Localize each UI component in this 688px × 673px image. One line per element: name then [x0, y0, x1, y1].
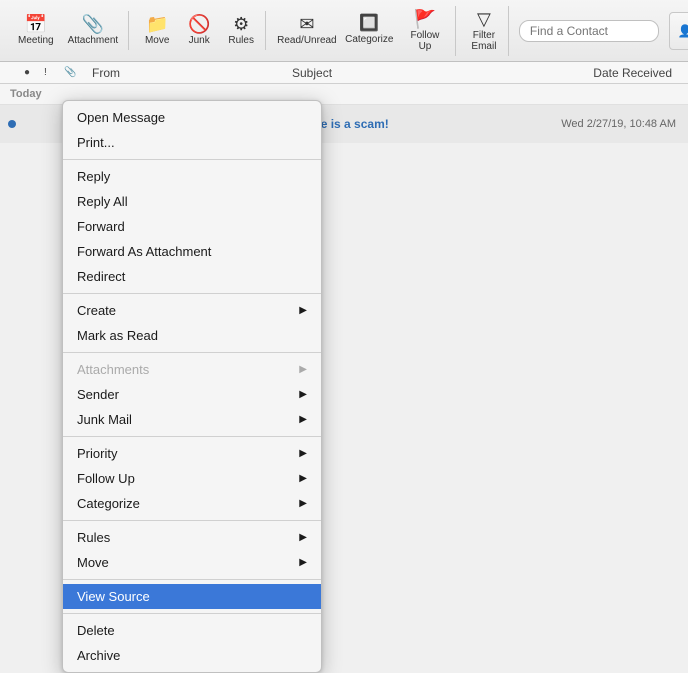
address-book-icon: 👤	[678, 24, 688, 38]
read-unread-button[interactable]: ✉ Read/Unread	[274, 11, 339, 50]
date-column-header[interactable]: Date Received	[524, 66, 684, 80]
move-arrow-icon: ▶	[299, 557, 307, 568]
forward-as-attachment-label: Forward As Attachment	[77, 244, 211, 259]
categorize-button[interactable]: 🔲 Categorize	[342, 12, 397, 49]
priority-label: Priority	[77, 446, 117, 461]
subject-column-header[interactable]: Subject	[284, 66, 524, 80]
move-button[interactable]: 📁 Move	[137, 11, 177, 50]
junk-mail-arrow-icon: ▶	[299, 414, 307, 425]
attachments-arrow-icon: ▶	[299, 364, 307, 375]
attachments-item: Attachments ▶	[63, 357, 321, 382]
redirect-label: Redirect	[77, 269, 125, 284]
filter-label: Filter Email	[470, 30, 498, 52]
attachment-label: Attachment	[68, 35, 119, 46]
follow-up-label: Follow Up	[405, 30, 445, 52]
reply-label: Reply	[77, 169, 110, 184]
reply-item[interactable]: Reply	[63, 164, 321, 189]
print-item[interactable]: Print...	[63, 130, 321, 155]
junk-icon: 🚫	[188, 15, 210, 33]
view-source-item[interactable]: View Source	[63, 584, 321, 609]
context-menu: Open Message Print... Reply Reply All Fo…	[62, 100, 322, 673]
rules-icon: ⚙	[233, 15, 249, 33]
delete-label: Delete	[77, 623, 115, 638]
meeting-button[interactable]: 📅 Meeting	[12, 11, 60, 50]
junk-button[interactable]: 🚫 Junk	[179, 11, 219, 50]
reply-all-label: Reply All	[77, 194, 128, 209]
junk-mail-item[interactable]: Junk Mail ▶	[63, 407, 321, 432]
new-item-group: 📅 Meeting 📎 Attachment	[8, 11, 129, 50]
archive-item[interactable]: Archive	[63, 643, 321, 668]
attachment-icon: 📎	[82, 15, 104, 33]
move-context-label: Move	[77, 555, 109, 570]
open-message-item[interactable]: Open Message	[63, 105, 321, 130]
categorize-context-item[interactable]: Categorize ▶	[63, 491, 321, 516]
meeting-label: Meeting	[18, 35, 54, 46]
separator-1	[63, 159, 321, 160]
redirect-item[interactable]: Redirect	[63, 264, 321, 289]
filter-icon: ▽	[477, 10, 491, 28]
filter-group: ▽ Filter Email	[460, 6, 509, 56]
column-header: ● ! 📎 From Subject Date Received	[0, 62, 688, 84]
categorize-context-label: Categorize	[77, 496, 140, 511]
rules-label: Rules	[228, 35, 254, 46]
sender-arrow-icon: ▶	[299, 389, 307, 400]
email-date: Wed 2/27/19, 10:48 AM	[520, 118, 680, 130]
filter-email-button[interactable]: ▽ Filter Email	[464, 6, 504, 56]
forward-as-attachment-item[interactable]: Forward As Attachment	[63, 239, 321, 264]
follow-up-icon: 🚩	[414, 10, 436, 28]
categorize-arrow-icon: ▶	[299, 498, 307, 509]
categorize-icon: 🔲	[359, 16, 379, 32]
read-unread-icon: ✉	[299, 15, 314, 33]
separator-5	[63, 520, 321, 521]
move-context-item[interactable]: Move ▶	[63, 550, 321, 575]
toolbar: 📅 Meeting 📎 Attachment 📁 Move 🚫 Junk ⚙ R…	[0, 0, 688, 62]
attachments-label: Attachments	[77, 362, 149, 377]
separator-7	[63, 613, 321, 614]
reply-all-item[interactable]: Reply All	[63, 189, 321, 214]
follow-up-context-item[interactable]: Follow Up ▶	[63, 466, 321, 491]
separator-2	[63, 293, 321, 294]
mark-as-read-item[interactable]: Mark as Read	[63, 323, 321, 348]
archive-label: Archive	[77, 648, 120, 663]
categorize-group: ✉ Read/Unread 🔲 Categorize 🚩 Follow Up	[270, 6, 456, 56]
junk-mail-label: Junk Mail	[77, 412, 132, 427]
sender-label: Sender	[77, 387, 119, 402]
open-message-label: Open Message	[77, 110, 165, 125]
priority-arrow-icon: ▶	[299, 448, 307, 459]
sender-item[interactable]: Sender ▶	[63, 382, 321, 407]
separator-6	[63, 579, 321, 580]
delete-item[interactable]: Delete	[63, 618, 321, 643]
separator-3	[63, 352, 321, 353]
rules-arrow-icon: ▶	[299, 532, 307, 543]
attachment-button[interactable]: 📎 Attachment	[62, 11, 125, 50]
follow-up-arrow-icon: ▶	[299, 473, 307, 484]
rules-context-label: Rules	[77, 530, 110, 545]
separator-4	[63, 436, 321, 437]
create-arrow-icon: ▶	[299, 305, 307, 316]
forward-label: Forward	[77, 219, 125, 234]
rules-context-item[interactable]: Rules ▶	[63, 525, 321, 550]
meeting-icon: 📅	[25, 15, 47, 33]
rules-button[interactable]: ⚙ Rules	[221, 11, 261, 50]
move-label: Move	[145, 35, 169, 46]
junk-label: Junk	[189, 35, 210, 46]
mark-as-read-label: Mark as Read	[77, 328, 158, 343]
view-source-label: View Source	[77, 589, 150, 604]
from-column-header[interactable]: From	[84, 66, 284, 80]
priority-item[interactable]: Priority ▶	[63, 441, 321, 466]
unread-indicator	[8, 120, 16, 128]
read-unread-label: Read/Unread	[277, 35, 336, 46]
create-label: Create	[77, 303, 116, 318]
follow-up-button[interactable]: 🚩 Follow Up	[399, 6, 451, 56]
follow-up-context-label: Follow Up	[77, 471, 135, 486]
address-book-button[interactable]: 👤 Address Book	[669, 12, 688, 50]
search-input[interactable]	[519, 20, 659, 42]
move-icon: 📁	[146, 15, 168, 33]
actions-group: 📁 Move 🚫 Junk ⚙ Rules	[133, 11, 266, 50]
create-item[interactable]: Create ▶	[63, 298, 321, 323]
forward-item[interactable]: Forward	[63, 214, 321, 239]
print-label: Print...	[77, 135, 115, 150]
categorize-label: Categorize	[345, 34, 393, 45]
